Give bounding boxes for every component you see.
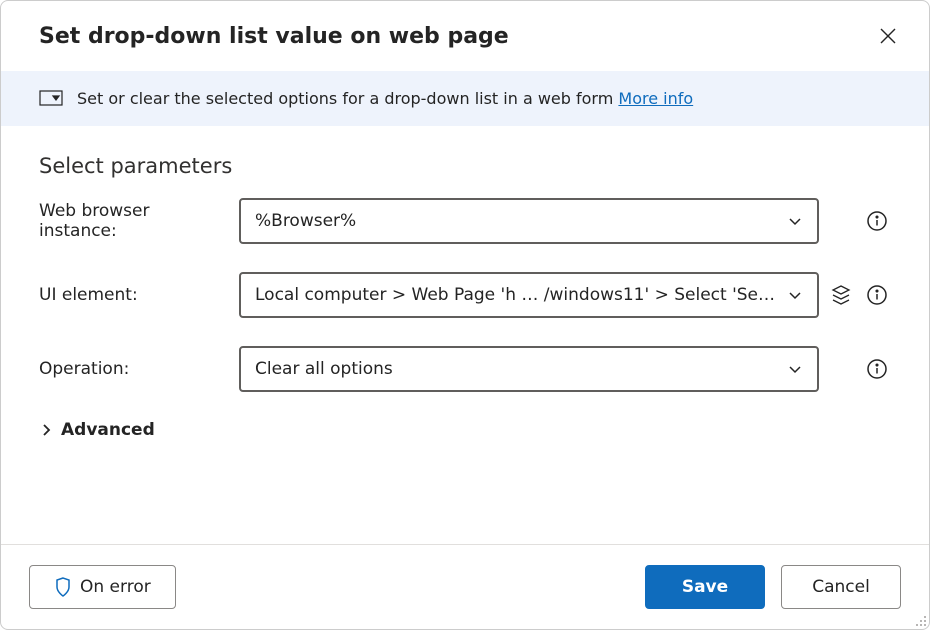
on-error-label: On error [80,577,151,597]
description-banner: Set or clear the selected options for a … [1,71,929,126]
dropdown-browser-value: %Browser% [255,211,356,231]
shield-icon [54,577,72,597]
chevron-right-icon [39,423,53,437]
chevron-down-icon [787,287,803,303]
more-info-link[interactable]: More info [618,89,693,108]
ui-element-picker-button[interactable] [830,284,852,306]
info-icon [866,358,888,380]
info-icon [866,210,888,232]
section-title: Select parameters [39,154,891,178]
dialog-content: Select parameters Web browser instance: … [1,126,929,544]
chevron-down-icon [787,213,803,229]
info-button-browser[interactable] [866,210,888,232]
dialog-title: Set drop-down list value on web page [39,24,509,49]
on-error-button[interactable]: On error [29,565,176,609]
field-browser: Web browser instance: %Browser% [39,198,891,244]
dropdown-ui-element-value: Local computer > Web Page 'h … /windows1… [255,285,779,305]
info-button-ui-element[interactable] [866,284,888,306]
layers-icon [830,284,852,306]
info-button-operation[interactable] [866,358,888,380]
dropdown-browser[interactable]: %Browser% [239,198,819,244]
footer-actions: Save Cancel [645,565,901,609]
dropdown-operation-value: Clear all options [255,359,393,379]
save-button[interactable]: Save [645,565,765,609]
dialog-footer: On error Save Cancel [1,544,929,629]
advanced-label: Advanced [61,420,155,440]
chevron-down-icon [787,361,803,377]
dialog-header: Set drop-down list value on web page [1,1,929,71]
resize-grip-icon[interactable] [913,613,927,627]
field-operation: Operation: Clear all options [39,346,891,392]
dropdown-ui-element[interactable]: Local computer > Web Page 'h … /windows1… [239,272,819,318]
close-button[interactable] [875,23,901,49]
label-ui-element: UI element: [39,285,231,305]
label-browser: Web browser instance: [39,201,231,241]
advanced-toggle[interactable]: Advanced [39,420,891,440]
cancel-button[interactable]: Cancel [781,565,901,609]
field-ui-element: UI element: Local computer > Web Page 'h… [39,272,891,318]
label-operation: Operation: [39,359,231,379]
dropdown-icon [39,90,63,108]
close-icon [879,27,897,45]
banner-text: Set or clear the selected options for a … [77,89,693,108]
dropdown-operation[interactable]: Clear all options [239,346,819,392]
info-icon [866,284,888,306]
